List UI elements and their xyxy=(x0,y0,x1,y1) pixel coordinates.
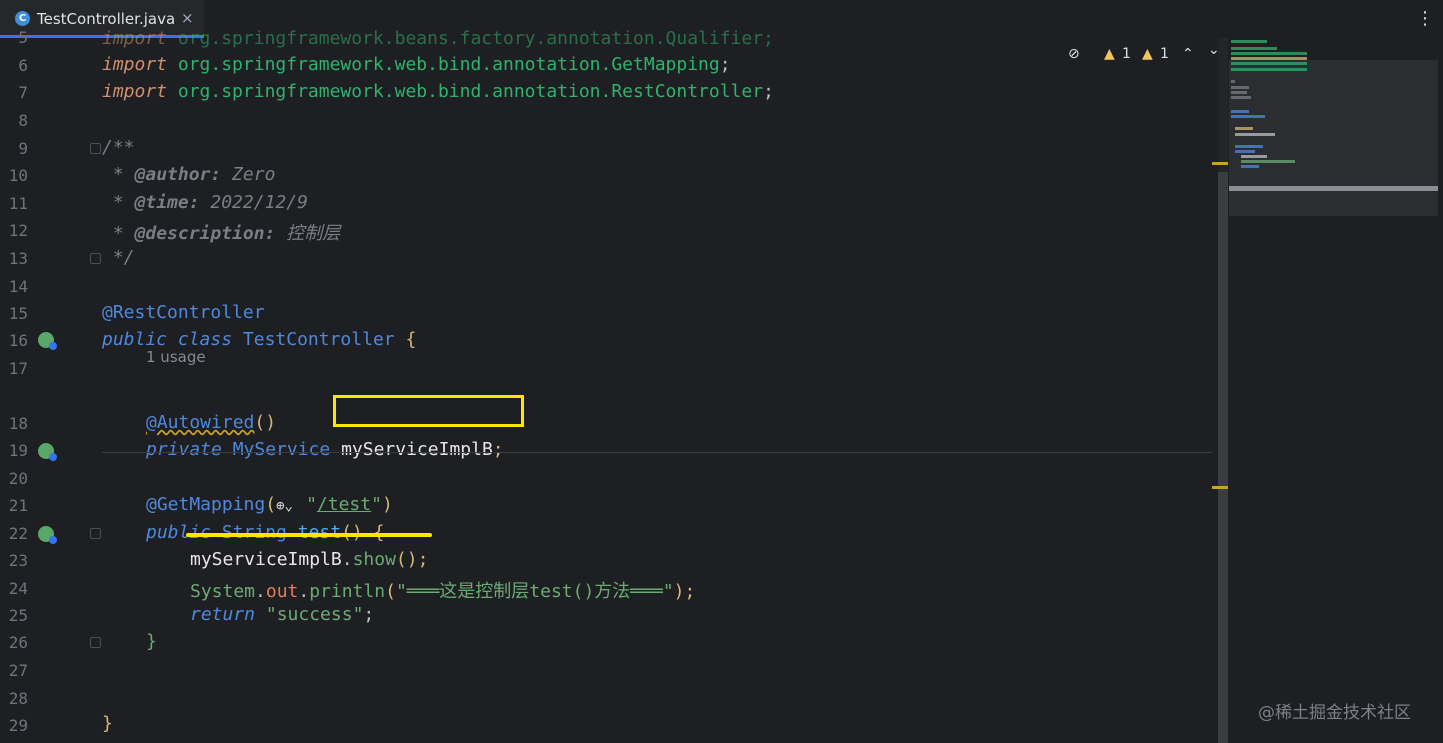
usage-hint[interactable]: 1 usage xyxy=(146,348,206,366)
minimap-row xyxy=(1231,47,1277,50)
code-line-13[interactable]: */ xyxy=(102,247,135,268)
line-number: 15 xyxy=(8,304,28,323)
line-number: 18 xyxy=(8,414,28,433)
more-options-icon[interactable]: ⋮ xyxy=(1416,8,1434,29)
line-number: 7 xyxy=(18,83,28,102)
line-number: 19 xyxy=(8,441,28,460)
line-number: 28 xyxy=(8,689,28,708)
scrollbar-thumb[interactable] xyxy=(1218,172,1228,743)
line-number: 11 xyxy=(8,194,28,213)
line-number: 16 xyxy=(8,331,28,350)
code-editor[interactable] xyxy=(0,38,1229,743)
line-number: 20 xyxy=(8,469,28,488)
warning-stripe-marker[interactable] xyxy=(1212,162,1228,165)
code-line-23[interactable]: myServiceImplB.show(); xyxy=(190,549,428,570)
code-line-5[interactable]: import org.springframework.beans.factory… xyxy=(102,28,774,49)
line-number: 14 xyxy=(8,277,28,296)
weak-warning-icon[interactable]: ▲ xyxy=(1142,46,1153,62)
minimap-row xyxy=(1231,62,1307,65)
line-number: 21 xyxy=(8,496,28,515)
minimap-row xyxy=(1241,160,1295,163)
warning-stripe-marker[interactable] xyxy=(1212,486,1228,489)
line-number: 5 xyxy=(18,28,28,47)
code-line-6[interactable]: import org.springframework.web.bind.anno… xyxy=(102,54,731,75)
code-line-9[interactable]: /** xyxy=(102,137,135,158)
line-number: 29 xyxy=(8,716,28,735)
code-line-7[interactable]: import org.springframework.web.bind.anno… xyxy=(102,81,774,102)
code-line-18[interactable]: @Autowired() xyxy=(146,412,276,433)
minimap-row xyxy=(1231,96,1251,99)
minimap-row xyxy=(1231,80,1235,83)
code-line-11[interactable]: * @time: 2022/12/9 xyxy=(102,192,308,213)
fold-marker[interactable] xyxy=(90,637,101,648)
line-number: 13 xyxy=(8,249,28,268)
line-number: 10 xyxy=(8,166,28,185)
code-line-29[interactable]: } xyxy=(102,713,113,734)
code-line-19[interactable]: private MyService myServiceImplB; xyxy=(146,439,504,460)
minimap-row xyxy=(1235,133,1275,136)
previous-highlight-icon[interactable]: ⌃ xyxy=(1182,46,1194,62)
warning-count[interactable]: 1 xyxy=(1122,46,1131,62)
code-line-25[interactable]: return "success"; xyxy=(190,604,374,625)
highlight-underline xyxy=(186,533,432,537)
minimap-row xyxy=(1235,145,1263,148)
endpoint-globe-icon[interactable] xyxy=(38,526,57,544)
java-class-icon: C xyxy=(15,11,30,26)
navigate-bean-icon[interactable] xyxy=(38,443,57,461)
fold-marker[interactable] xyxy=(90,143,101,154)
code-line-16[interactable]: public class TestController { xyxy=(102,329,416,350)
watermark: @稀土掘金技术社区 xyxy=(1258,703,1411,723)
minimap-row xyxy=(1231,57,1307,60)
code-line-15[interactable]: @RestController xyxy=(102,302,265,323)
minimap-row xyxy=(1231,110,1249,113)
code-line-12[interactable]: * @description: 控制层 xyxy=(102,219,340,245)
minimap-row xyxy=(1231,40,1267,43)
minimap-row xyxy=(1231,52,1307,55)
line-number: 27 xyxy=(8,661,28,680)
line-number: 22 xyxy=(8,524,28,543)
code-line-10[interactable]: * @author: Zero xyxy=(102,164,276,185)
weak-warning-count[interactable]: 1 xyxy=(1160,46,1169,62)
line-number: 6 xyxy=(18,56,28,75)
minimap-caret-line xyxy=(1229,186,1438,191)
method-separator xyxy=(102,452,1212,453)
tab-label: TestController.java xyxy=(37,10,176,28)
line-number: 23 xyxy=(8,551,28,570)
minimap-row xyxy=(1235,150,1255,153)
highlight-box xyxy=(333,395,524,427)
minimap-row xyxy=(1241,165,1259,168)
line-number: 8 xyxy=(18,111,28,130)
minimap-row xyxy=(1235,127,1253,130)
minimap-row xyxy=(1241,155,1267,158)
minimap-row xyxy=(1231,68,1307,71)
warning-icon[interactable]: ▲ xyxy=(1104,46,1115,62)
eye-off-icon[interactable]: ⊘ xyxy=(1068,46,1080,62)
minimap-row xyxy=(1231,115,1265,118)
line-number: 26 xyxy=(8,633,28,652)
line-number: 17 xyxy=(8,359,28,378)
spring-bean-icon[interactable] xyxy=(38,332,57,350)
code-line-24[interactable]: System.out.println("═══这是控制层test()方法═══"… xyxy=(190,577,695,603)
minimap-row xyxy=(1231,91,1247,94)
line-number: 12 xyxy=(8,221,28,240)
fold-marker[interactable] xyxy=(90,528,101,539)
minimap-row xyxy=(1231,86,1249,89)
web-globe-icon[interactable]: ⊕⌄ xyxy=(276,498,306,514)
line-number: 25 xyxy=(8,606,28,625)
minimap-viewport[interactable] xyxy=(1229,60,1438,216)
close-icon[interactable]: × xyxy=(181,9,194,27)
fold-marker[interactable] xyxy=(90,253,101,264)
line-number: 9 xyxy=(18,139,28,158)
code-line-26[interactable]: } xyxy=(146,631,157,652)
code-line-21[interactable]: @GetMapping(⊕⌄ "/test") xyxy=(146,494,393,515)
line-number: 24 xyxy=(8,579,28,598)
